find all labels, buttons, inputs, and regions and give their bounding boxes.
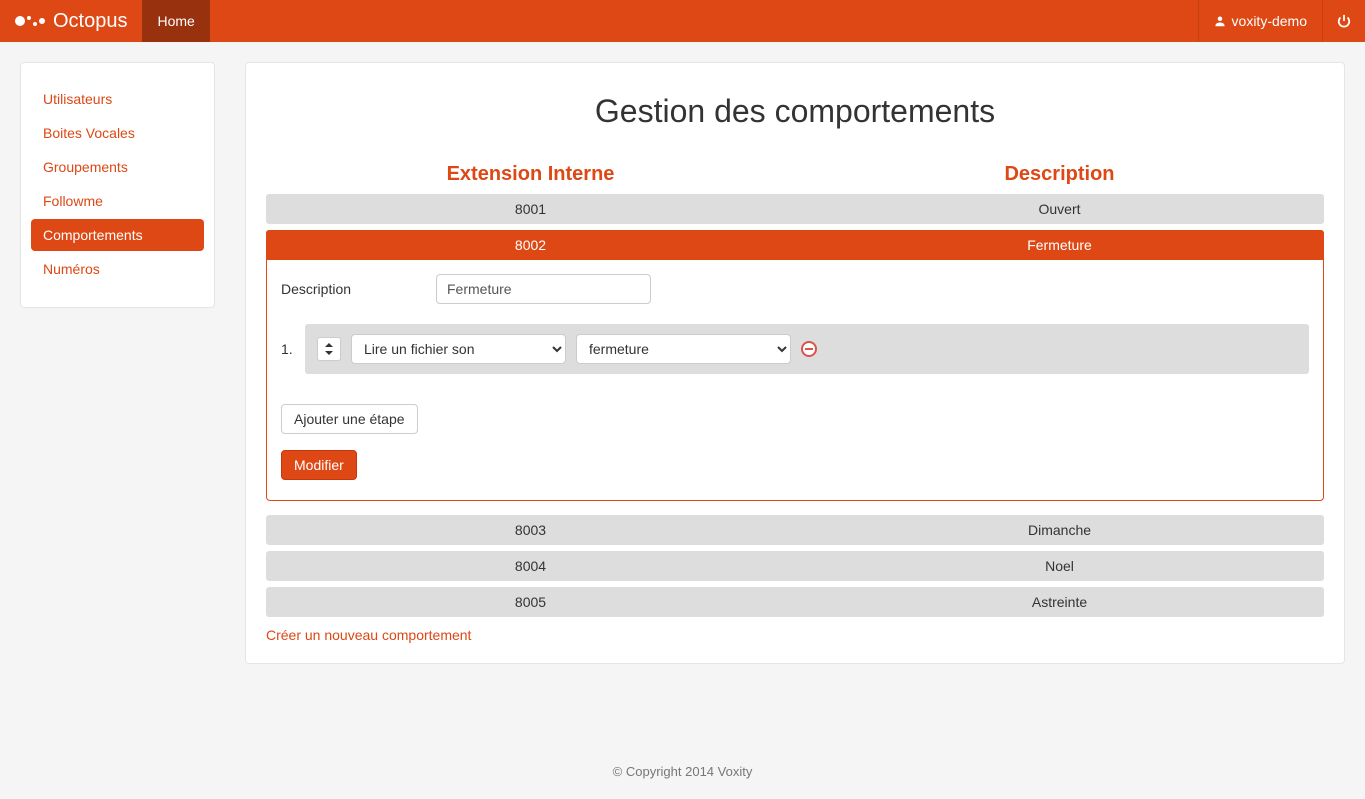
cell-description: Dimanche	[795, 515, 1324, 545]
add-step-block: Ajouter une étape	[281, 404, 1309, 434]
sort-icon	[324, 343, 334, 355]
brand[interactable]: Octopus	[0, 0, 142, 42]
step-number: 1.	[281, 341, 305, 357]
page-title: Gestion des comportements	[266, 93, 1324, 130]
cell-extension: 8002	[266, 230, 795, 260]
create-new-link[interactable]: Créer un nouveau comportement	[266, 627, 471, 643]
edit-panel: Description 1. Lire un fichier son ferme…	[266, 254, 1324, 501]
sidebar-item-followme[interactable]: Followme	[31, 185, 204, 217]
user-icon	[1214, 15, 1226, 27]
add-step-button[interactable]: Ajouter une étape	[281, 404, 418, 434]
cell-extension: 8005	[266, 587, 795, 617]
cell-extension: 8004	[266, 551, 795, 581]
file-select[interactable]: fermeture	[576, 334, 791, 364]
sidebar-item-label: Followme	[43, 193, 103, 209]
nav-logout[interactable]	[1322, 0, 1365, 42]
nav-home-label: Home	[157, 13, 194, 29]
sidebar-item-boites-vocales[interactable]: Boites Vocales	[31, 117, 204, 149]
minus-icon	[805, 348, 813, 350]
table-row[interactable]: 8003 Dimanche	[266, 515, 1324, 545]
nav-user-label: voxity-demo	[1232, 13, 1307, 29]
cell-description: Noel	[795, 551, 1324, 581]
modify-button[interactable]: Modifier	[281, 450, 357, 480]
action-select[interactable]: Lire un fichier son	[351, 334, 566, 364]
description-row: Description	[281, 274, 1309, 304]
sidebar-item-comportements[interactable]: Comportements	[31, 219, 204, 251]
col-header-description: Description	[795, 155, 1324, 194]
sidebar-item-label: Comportements	[43, 227, 143, 243]
nav-user-menu[interactable]: voxity-demo	[1198, 0, 1322, 42]
sidebar-item-label: Boites Vocales	[43, 125, 135, 141]
sidebar: Utilisateurs Boites Vocales Groupements …	[20, 62, 215, 308]
create-new-label: Créer un nouveau comportement	[266, 627, 471, 643]
cell-description: Fermeture	[795, 230, 1324, 260]
description-label: Description	[281, 281, 436, 297]
add-step-label: Ajouter une étape	[294, 411, 405, 427]
table-header-row: Extension Interne Description	[266, 155, 1324, 194]
cell-description: Ouvert	[795, 194, 1324, 224]
remove-step-button[interactable]	[801, 341, 817, 357]
footer: © Copyright 2014 Voxity	[0, 684, 1365, 799]
table-row[interactable]: 8004 Noel	[266, 551, 1324, 581]
col-header-extension: Extension Interne	[266, 155, 795, 194]
power-icon	[1337, 14, 1351, 28]
brand-text: Octopus	[53, 10, 127, 33]
table-row[interactable]: 8001 Ouvert	[266, 194, 1324, 224]
cell-extension: 8003	[266, 515, 795, 545]
sidebar-item-groupements[interactable]: Groupements	[31, 151, 204, 183]
nav-spacer	[210, 0, 1198, 42]
cell-description: Astreinte	[795, 587, 1324, 617]
sidebar-item-label: Numéros	[43, 261, 100, 277]
sidebar-item-label: Utilisateurs	[43, 91, 112, 107]
octopus-logo-icon	[15, 16, 45, 26]
sidebar-item-utilisateurs[interactable]: Utilisateurs	[31, 83, 204, 115]
nav-home[interactable]: Home	[142, 0, 209, 42]
table-row-selected[interactable]: 8002 Fermeture	[266, 230, 1324, 260]
main-panel: Gestion des comportements Extension Inte…	[245, 62, 1345, 664]
top-navbar: Octopus Home voxity-demo	[0, 0, 1365, 42]
sidebar-item-numeros[interactable]: Numéros	[31, 253, 204, 285]
cell-extension: 8001	[266, 194, 795, 224]
modify-label: Modifier	[294, 457, 344, 473]
footer-text: © Copyright 2014 Voxity	[613, 764, 753, 779]
sidebar-item-label: Groupements	[43, 159, 128, 175]
drag-handle[interactable]	[317, 337, 341, 361]
table-row[interactable]: 8005 Astreinte	[266, 587, 1324, 617]
step-box: Lire un fichier son fermeture	[305, 324, 1309, 374]
page-container: Utilisateurs Boites Vocales Groupements …	[0, 42, 1365, 684]
description-input[interactable]	[436, 274, 651, 304]
step-row: 1. Lire un fichier son fermeture	[281, 324, 1309, 374]
